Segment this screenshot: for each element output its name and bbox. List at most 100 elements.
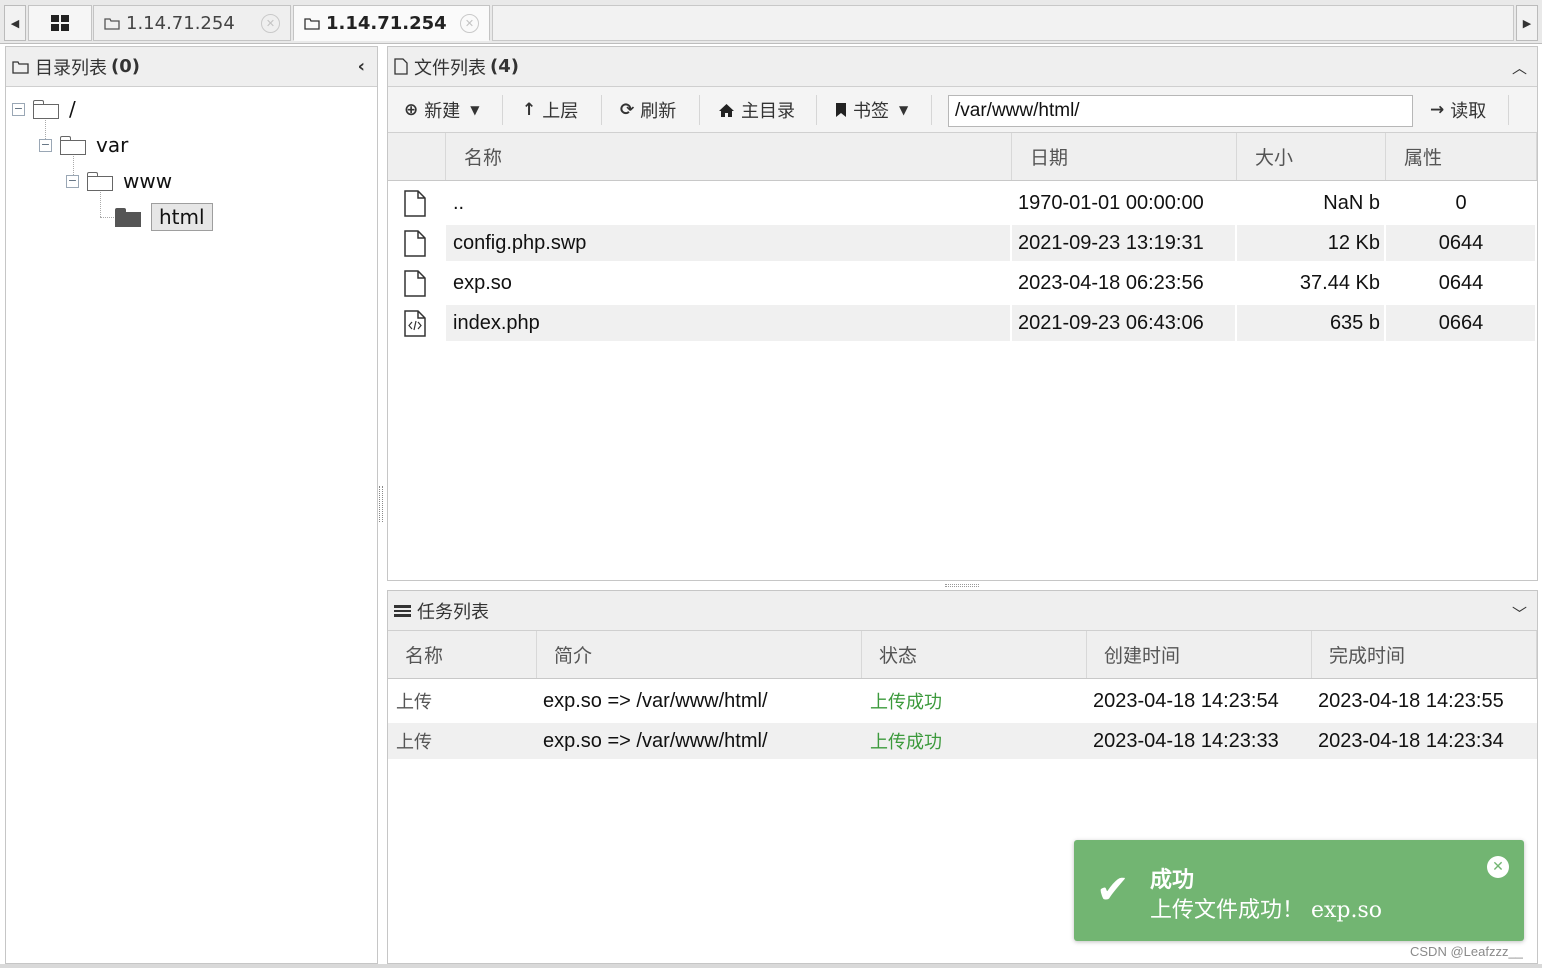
tree-node-label: / [69, 97, 76, 121]
file-size: 635 b [1329, 311, 1380, 334]
column-header-status[interactable]: 状态 [862, 631, 1087, 678]
vertical-splitter-handle[interactable] [379, 486, 383, 522]
tab-bar-fill [492, 5, 1514, 41]
tab-scroll-right-button[interactable]: ▶ [1516, 5, 1538, 41]
file-date: 2021-09-23 06:43:06 [1018, 311, 1204, 334]
arrow-up-icon: ↑ [522, 100, 537, 120]
column-header-finished-time[interactable]: 完成时间 [1312, 631, 1537, 678]
refresh-label: 刷新 [640, 101, 677, 122]
toolbar-divider [502, 95, 503, 125]
home-label: 主目录 [741, 101, 795, 122]
collapse-toggle-icon[interactable]: − [12, 102, 25, 116]
toolbar-divider [816, 95, 817, 125]
task-created-time: 2023-04-18 14:23:33 [1093, 729, 1279, 752]
tab-close-icon[interactable]: ✕ [261, 14, 280, 33]
home-icon [719, 103, 734, 117]
file-row[interactable]: .. 1970-01-01 00:00:00 NaN b 0 [388, 185, 1537, 221]
task-description: exp.so => /var/www/html/ [543, 689, 768, 712]
tree-node-html[interactable]: html [115, 202, 213, 232]
directory-count: (0) [111, 56, 140, 77]
task-finished-time: 2023-04-18 14:23:55 [1318, 689, 1504, 712]
refresh-icon: ⟳ [620, 100, 635, 120]
collapse-left-icon[interactable]: ‹ [358, 56, 365, 77]
file-name: index.php [453, 311, 540, 334]
list-icon [394, 604, 411, 617]
chevron-up-icon[interactable]: ︿ [1512, 57, 1527, 78]
up-label: 上层 [542, 101, 579, 122]
file-name: .. [453, 191, 465, 214]
file-date: 1970-01-01 00:00:00 [1018, 191, 1204, 214]
folder-open-icon [115, 207, 141, 227]
column-header-attributes[interactable]: 属性 [1386, 133, 1537, 180]
file-row[interactable]: index.php 2021-09-23 06:43:06 635 b 0664 [388, 305, 1537, 341]
horizontal-splitter-handle[interactable] [945, 584, 979, 587]
folder-icon [60, 135, 86, 155]
tab-2[interactable]: 1.14.71.254 ✕ [293, 5, 490, 41]
file-icon [404, 229, 426, 257]
task-row[interactable]: 上传 exp.so => /var/www/html/ 上传成功 2023-04… [388, 723, 1537, 759]
column-header-description[interactable]: 简介 [537, 631, 862, 678]
file-count: (4) [490, 56, 519, 77]
task-finished-time: 2023-04-18 14:23:34 [1318, 729, 1504, 752]
chevron-down-icon[interactable]: ﹀ [1512, 603, 1527, 624]
file-size: 12 Kb [1327, 231, 1380, 254]
column-header-created-time[interactable]: 创建时间 [1087, 631, 1312, 678]
read-label: 读取 [1450, 101, 1487, 122]
bookmark-icon [836, 103, 846, 117]
home-grid-tab[interactable] [28, 5, 92, 41]
toolbar-divider [601, 95, 602, 125]
tab-bar: ◀ 1.14.71.254 ✕ 1.14.71.254 ✕ ▶ [0, 0, 1542, 44]
folder-icon [12, 60, 29, 74]
toolbar-divider [1508, 95, 1509, 125]
collapse-toggle-icon[interactable]: − [66, 174, 79, 188]
toast-close-icon[interactable]: ✕ [1487, 856, 1509, 878]
caret-down-icon: ▼ [470, 103, 480, 117]
file-icon [394, 58, 408, 75]
toolbar-divider [931, 95, 932, 125]
bookmark-label: 书签 [853, 101, 889, 122]
arrow-right-icon: → [1430, 100, 1445, 120]
directory-panel: 目录列表 (0) ‹ − / − var − www html [5, 46, 378, 964]
directory-panel-title: 目录列表 [35, 57, 107, 79]
file-row[interactable]: config.php.swp 2021-09-23 13:19:31 12 Kb… [388, 225, 1537, 261]
task-name: 上传 [396, 692, 432, 713]
collapse-toggle-icon[interactable]: − [39, 138, 52, 152]
tree-node-www[interactable]: − www [66, 166, 172, 196]
file-row[interactable]: exp.so 2023-04-18 06:23:56 37.44 Kb 0644 [388, 265, 1537, 301]
column-header-name[interactable]: 名称 [446, 133, 1012, 180]
file-toolbar: ⊕ 新建 ▼ ↑ 上层 ⟳ 刷新 主目录 书签 ▼ → 读取 [388, 87, 1537, 133]
tab-scroll-left-button[interactable]: ◀ [4, 5, 26, 41]
column-header-size[interactable]: 大小 [1237, 133, 1386, 180]
up-level-button[interactable]: ↑ 上层 [522, 95, 578, 125]
path-input[interactable] [948, 95, 1413, 127]
checkmark-icon: ✔ [1096, 867, 1130, 913]
file-panel-title: 文件列表 [414, 57, 486, 79]
directory-panel-header: 目录列表 (0) ‹ [6, 47, 377, 87]
tab-1[interactable]: 1.14.71.254 ✕ [93, 5, 291, 41]
file-grid-header: 名称 日期 大小 属性 [388, 133, 1537, 181]
watermark: CSDN @Leafzzz__ [1410, 944, 1523, 959]
tree-node-root[interactable]: − / [12, 94, 76, 124]
tree-connector [100, 217, 114, 218]
column-header-date[interactable]: 日期 [1012, 133, 1237, 180]
folder-icon [87, 171, 113, 191]
tree-node-var[interactable]: − var [39, 130, 128, 160]
tab-label: 1.14.71.254 [126, 12, 235, 34]
task-panel-title: 任务列表 [417, 601, 489, 623]
file-date: 2023-04-18 06:23:56 [1018, 271, 1204, 294]
toast-message: 上传文件成功！ exp.so [1150, 898, 1383, 923]
toast-title: 成功 [1150, 867, 1195, 893]
tab-close-icon[interactable]: ✕ [460, 14, 479, 33]
home-dir-button[interactable]: 主目录 [718, 95, 795, 125]
refresh-button[interactable]: ⟳ 刷新 [620, 95, 676, 125]
task-row[interactable]: 上传 exp.so => /var/www/html/ 上传成功 2023-04… [388, 683, 1537, 719]
file-name: config.php.swp [453, 231, 587, 254]
file-icon [404, 269, 426, 297]
read-button[interactable]: → 读取 [1430, 95, 1486, 125]
new-button[interactable]: ⊕ 新建 ▼ [404, 95, 479, 125]
grid-icon [51, 15, 69, 31]
column-header-name[interactable]: 名称 [388, 631, 537, 678]
file-size: 37.44 Kb [1299, 271, 1380, 294]
bookmark-button[interactable]: 书签 ▼ [835, 95, 908, 125]
task-grid-header: 名称 简介 状态 创建时间 完成时间 [388, 631, 1537, 679]
